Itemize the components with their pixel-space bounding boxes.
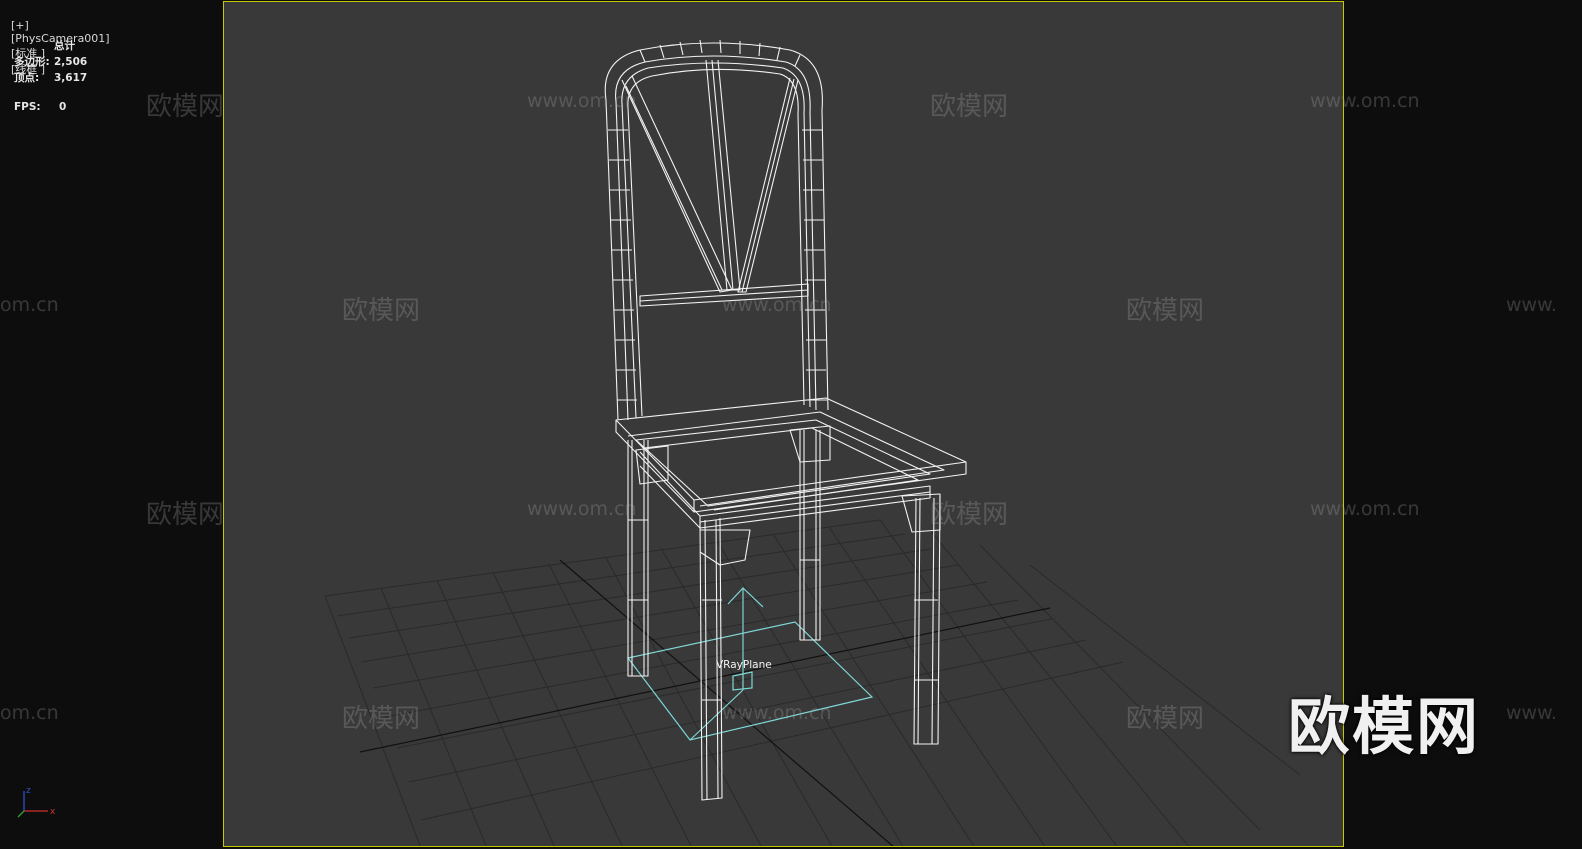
home-grid	[324, 519, 1301, 846]
chair-wireframe[interactable]	[604, 39, 967, 801]
axis-tripod-icon: x z	[17, 786, 56, 818]
axis-z-label: z	[26, 786, 31, 796]
brand-logo-watermark: 欧模网	[1288, 690, 1481, 763]
axis-x-label: x	[50, 807, 56, 817]
vrayplane-label: VRayPlane	[716, 659, 772, 671]
grid-main-axes	[359, 559, 1051, 846]
